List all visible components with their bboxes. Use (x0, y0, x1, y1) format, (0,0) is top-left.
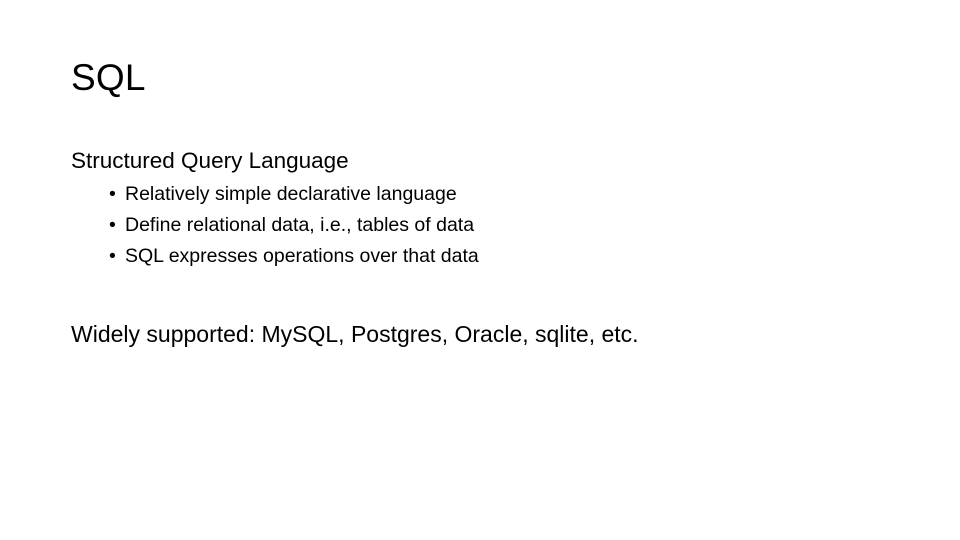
bullet-point-icon: • (109, 183, 116, 205)
closing-statement: Widely supported: MySQL, Postgres, Oracl… (71, 321, 639, 347)
slide-body: Structured Query Language • Relatively s… (71, 147, 891, 272)
list-item: • Define relational data, i.e., tables o… (71, 210, 891, 241)
list-item-label: Relatively simple declarative language (125, 183, 457, 205)
list-item-label: Define relational data, i.e., tables of … (125, 214, 475, 236)
list-item: • SQL expresses operations over that dat… (71, 241, 891, 272)
page-title: SQL (71, 57, 146, 98)
body-heading: Structured Query Language (71, 148, 349, 173)
bullet-list: • Relatively simple declarative language… (71, 179, 891, 272)
list-item: • Relatively simple declarative language (71, 179, 891, 210)
list-item-label: SQL expresses operations over that data (125, 245, 479, 267)
bullet-point-icon: • (109, 214, 116, 236)
slide-canvas: SQL Structured Query Language • Relative… (0, 0, 960, 540)
bullet-point-icon: • (109, 245, 116, 267)
